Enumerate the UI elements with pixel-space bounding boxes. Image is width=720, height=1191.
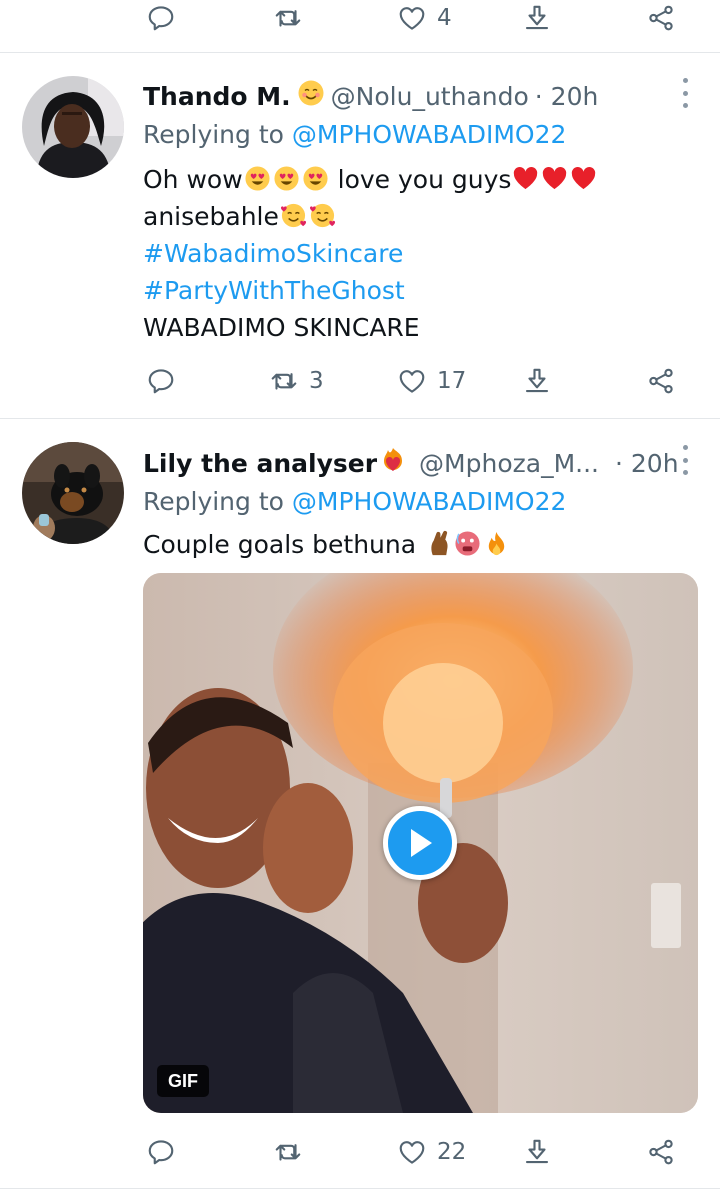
tweet-text-line-5: WABADIMO SKINCARE	[143, 313, 420, 342]
share-button[interactable]	[646, 0, 676, 36]
heart-icon	[397, 366, 427, 396]
download-icon	[522, 366, 552, 396]
download-button[interactable]	[522, 363, 552, 399]
retweet-icon	[273, 3, 303, 33]
share-icon	[646, 366, 676, 396]
avatar[interactable]	[22, 76, 124, 178]
tweet-text-line-2: anisebahle	[143, 198, 337, 235]
timestamp[interactable]: · 20h	[535, 82, 599, 111]
retweet-button[interactable]	[273, 1134, 303, 1170]
retweet-count: 3	[309, 368, 324, 394]
reply-icon	[146, 3, 176, 33]
tweet-text: anisebahle	[143, 202, 279, 231]
display-name[interactable]: Thando M.	[143, 82, 291, 111]
tweet-text-line-1: Couple goals bethuna	[143, 526, 511, 563]
like-button[interactable]: 4	[397, 0, 452, 36]
previous-tweet-actions: 4	[0, 0, 720, 36]
timestamp[interactable]: · 20h	[615, 449, 679, 478]
pinched-fingers-emoji-icon	[424, 530, 453, 559]
more-options-button[interactable]	[680, 78, 690, 108]
play-button[interactable]	[383, 806, 457, 880]
reply-button[interactable]	[146, 1134, 176, 1170]
reply-button[interactable]	[146, 363, 176, 399]
tweet-actions: 3 17	[0, 363, 720, 399]
divider	[0, 1188, 720, 1189]
replying-to-label: Replying to	[143, 487, 284, 516]
heart-icon	[397, 3, 427, 33]
share-button[interactable]	[646, 1134, 676, 1170]
reply-button[interactable]	[146, 0, 176, 36]
like-count: 4	[437, 5, 452, 31]
display-name[interactable]: Lily the analyser	[143, 449, 377, 478]
tweet-text: love you guys	[329, 165, 512, 194]
reply-icon	[146, 1137, 176, 1167]
heart-eyes-emoji-icon	[243, 165, 330, 194]
heart-on-fire-icon	[379, 446, 407, 480]
gif-badge: GIF	[157, 1065, 209, 1097]
tweet-text: Oh wow	[143, 165, 243, 194]
avatar[interactable]	[22, 442, 124, 544]
tweet-header: Thando M. @Nolu_uthando · 20h	[143, 78, 598, 114]
download-icon	[522, 3, 552, 33]
user-handle[interactable]: @Nolu_uthando	[331, 82, 529, 111]
download-button[interactable]	[522, 1134, 552, 1170]
reply-context: Replying to @MPHOWABADIMO22	[143, 116, 566, 153]
tweet-header: Lily the analyser @Mphoza_M... · 20h	[143, 445, 679, 481]
smiling-face-with-hearts-emoji-icon	[279, 202, 337, 231]
hot-face-emoji-icon	[453, 530, 482, 559]
tweet-text: Couple goals bethuna	[143, 530, 424, 559]
heart-icon	[397, 1137, 427, 1167]
retweet-icon	[269, 366, 299, 396]
share-icon	[646, 1137, 676, 1167]
play-icon	[411, 829, 432, 857]
retweet-button[interactable]	[273, 0, 303, 36]
divider	[0, 418, 720, 419]
download-button[interactable]	[522, 0, 552, 36]
more-options-button[interactable]	[680, 445, 690, 475]
replying-to-label: Replying to	[143, 120, 284, 149]
mention-link[interactable]: @MPHOWABADIMO22	[292, 120, 567, 149]
like-button[interactable]: 22	[397, 1134, 466, 1170]
fire-emoji-icon	[482, 530, 511, 559]
user-handle[interactable]: @Mphoza_M...	[419, 449, 599, 478]
tweet-text-line-1: Oh wow love you guys	[143, 161, 598, 198]
hashtag-link[interactable]: #WabadimoSkincare	[143, 235, 403, 272]
reply-context: Replying to @MPHOWABADIMO22	[143, 483, 566, 520]
hashtag-link[interactable]: #PartyWithTheGhost	[143, 272, 405, 309]
reply-icon	[146, 366, 176, 396]
smiling-face-icon	[297, 79, 325, 113]
download-icon	[522, 1137, 552, 1167]
tweet-actions: 22	[0, 1134, 720, 1170]
like-button[interactable]: 17	[397, 363, 466, 399]
like-count: 17	[437, 368, 467, 394]
divider	[0, 52, 720, 53]
retweet-icon	[273, 1137, 303, 1167]
share-icon	[646, 3, 676, 33]
red-heart-emoji-icon	[511, 165, 598, 194]
mention-link[interactable]: @MPHOWABADIMO22	[292, 487, 567, 516]
like-count: 22	[437, 1139, 467, 1165]
retweet-button[interactable]: 3	[269, 363, 324, 399]
share-button[interactable]	[646, 363, 676, 399]
